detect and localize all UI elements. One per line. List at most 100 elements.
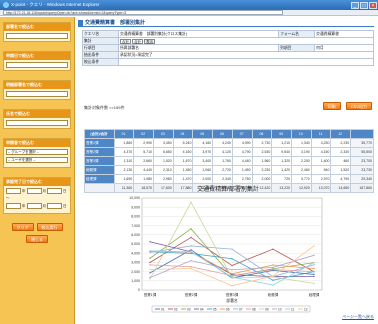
grid-row-label[interactable]: 営業3課 — [84, 156, 115, 166]
close-window-button[interactable]: × — [369, 1, 377, 9]
aggregate-label: 集計 — [82, 37, 119, 45]
grid-cell: 1,560 — [251, 156, 273, 166]
grid-cell: 2,970 — [310, 174, 332, 184]
month-to-select[interactable] — [26, 203, 42, 209]
csv-export-button[interactable]: CSV出力 — [345, 102, 372, 110]
aggregate-select-1[interactable]: 合計 — [120, 38, 131, 44]
y-tick-label: 1,000 — [131, 279, 140, 283]
filter-label: 抽出条件 — [82, 51, 119, 59]
grid-cell: 1,340 — [291, 138, 312, 148]
date-tilde-row: 〜 — [6, 196, 68, 201]
grid-row-label[interactable]: 総務課 — [84, 165, 115, 175]
grid-row-label[interactable]: 営業2課 — [84, 147, 115, 157]
grid-cell: 1,520 — [330, 165, 352, 175]
grid-cell: 4,150 — [310, 147, 332, 157]
table-row: 営業1課 1,860 2,990 3,450 5,240 4,160 4,240 4,090 2… — [84, 138, 374, 148]
x-axis-label: 部署名 — [226, 298, 238, 303]
sidebar-buttons: クリア 絞込実行 — [3, 223, 71, 231]
grid-cell: 1,310 — [113, 156, 135, 166]
grid-col-header: 09 — [271, 129, 293, 139]
data-point — [313, 275, 315, 278]
grid-cell: 2,000 — [251, 174, 273, 184]
user-select[interactable]: -- ユーザを選択 -- — [6, 157, 68, 163]
data-point — [190, 245, 192, 247]
legend-label: 06 — [226, 307, 230, 311]
data-point — [149, 261, 151, 264]
data-point — [313, 254, 315, 257]
browser-icon — [3, 2, 9, 8]
grid-cell: 35,770 — [350, 138, 374, 148]
year-from-select[interactable] — [6, 188, 21, 194]
maximize-button[interactable]: □ — [360, 1, 368, 9]
data-point — [149, 264, 151, 266]
grid-row-label[interactable]: 経理課 — [84, 174, 115, 184]
legend-label: 07 — [239, 307, 243, 311]
data-point — [272, 279, 274, 281]
department-input[interactable] — [6, 33, 68, 39]
day-unit: 日 — [63, 203, 67, 208]
grid-col-header: 12 — [330, 129, 352, 139]
page-title: 交通費精算書 部署別集計 — [85, 20, 146, 26]
grid-cell: 2,980 — [152, 174, 174, 184]
close-wrap: 閉じる — [3, 235, 71, 243]
close-button[interactable]: 閉じる — [26, 235, 48, 243]
grid-cell: 1,470 — [172, 174, 194, 184]
grid-cell: 4,150 — [172, 147, 194, 157]
month-from-select[interactable] — [26, 188, 42, 194]
action-buttons: 印刷 CSV出力 — [322, 102, 372, 110]
col-item-value: 何月 — [314, 44, 374, 52]
print-button[interactable]: 印刷 — [322, 102, 341, 110]
group-select[interactable]: -- グループを選択 -- — [6, 149, 68, 155]
data-point — [231, 258, 233, 260]
minimize-button[interactable]: _ — [351, 1, 359, 9]
y-tick-label: 6,000 — [131, 233, 140, 237]
data-point — [272, 268, 274, 271]
y-tick-label: 10,000 — [129, 196, 140, 200]
data-point — [190, 249, 192, 251]
year-unit: 年 — [22, 203, 26, 208]
apply-date-input[interactable] — [6, 62, 68, 68]
name-input[interactable] — [6, 120, 68, 126]
data-point — [190, 252, 192, 255]
chart-title: 交通費精算/部署別集計 — [197, 187, 259, 193]
year-to-select[interactable] — [6, 203, 21, 209]
filter-detail-department-label: 明細部署名で絞込む — [4, 81, 70, 89]
day-from-select[interactable] — [47, 188, 62, 194]
filter-detail-department: 明細部署名で絞込む — [3, 80, 71, 100]
grid-cell: 4,120 — [212, 147, 233, 157]
aggregate-show-button[interactable]: 表示 — [144, 38, 156, 44]
grid-col-header: 05 — [192, 129, 214, 139]
detail-department-input[interactable] — [6, 91, 68, 97]
filter-run-button[interactable]: 絞込実行 — [36, 223, 63, 231]
col-item-label: 列項目 — [278, 44, 316, 52]
grid-cell: 2,720 — [212, 165, 233, 175]
data-point — [272, 284, 274, 286]
query-conditions: クエリ名 交通費精算書 部署別集計(クロス集計) フォーム名 交通費精算書 集計… — [82, 30, 374, 66]
grid-cell: 2,230 — [251, 165, 273, 175]
filter-department: 部署名で絞込む — [3, 22, 71, 42]
data-point — [231, 273, 233, 275]
clear-button[interactable]: クリア — [11, 223, 34, 231]
month-unit: 月 — [42, 188, 47, 193]
filter-department-label: 部署名で絞込む — [4, 23, 70, 31]
grid-col-header: 02 — [133, 129, 154, 139]
filter-approval-date: 承認完了日で絞込む 年 月 日 〜 年 月 日 — [3, 177, 71, 214]
grid-cell: 4,440 — [231, 156, 253, 166]
query-name-value: 交通費精算書 部署別集計(クロス集計) — [117, 30, 280, 38]
day-to-select[interactable] — [47, 203, 62, 209]
grid-col-header: 03 — [152, 129, 174, 139]
grid-cell: 29,340 — [350, 174, 374, 184]
url-field[interactable]: http://172.21.18.118/xpoint/queryOpen.do… — [3, 10, 283, 15]
grid-row-label[interactable]: 営業1課 — [84, 138, 115, 148]
filter-name: 氏名で絞込む — [3, 109, 71, 129]
back-to-list-link[interactable]: ページ一覧へ戻る — [342, 314, 374, 320]
data-point — [149, 278, 151, 280]
filter-apply-date-label: 申請日で絞込む — [4, 52, 70, 60]
data-point — [190, 251, 192, 253]
grid-cell: 9,540 — [271, 147, 293, 157]
aggregate-select-2[interactable]: 合計 — [132, 38, 144, 44]
legend-label: 10 — [278, 307, 282, 311]
data-point — [272, 275, 274, 277]
x-tick-label: 営業3課 — [226, 292, 239, 297]
window-titlebar: X-point - クエリ - Windows Internet Explore… — [0, 0, 378, 10]
